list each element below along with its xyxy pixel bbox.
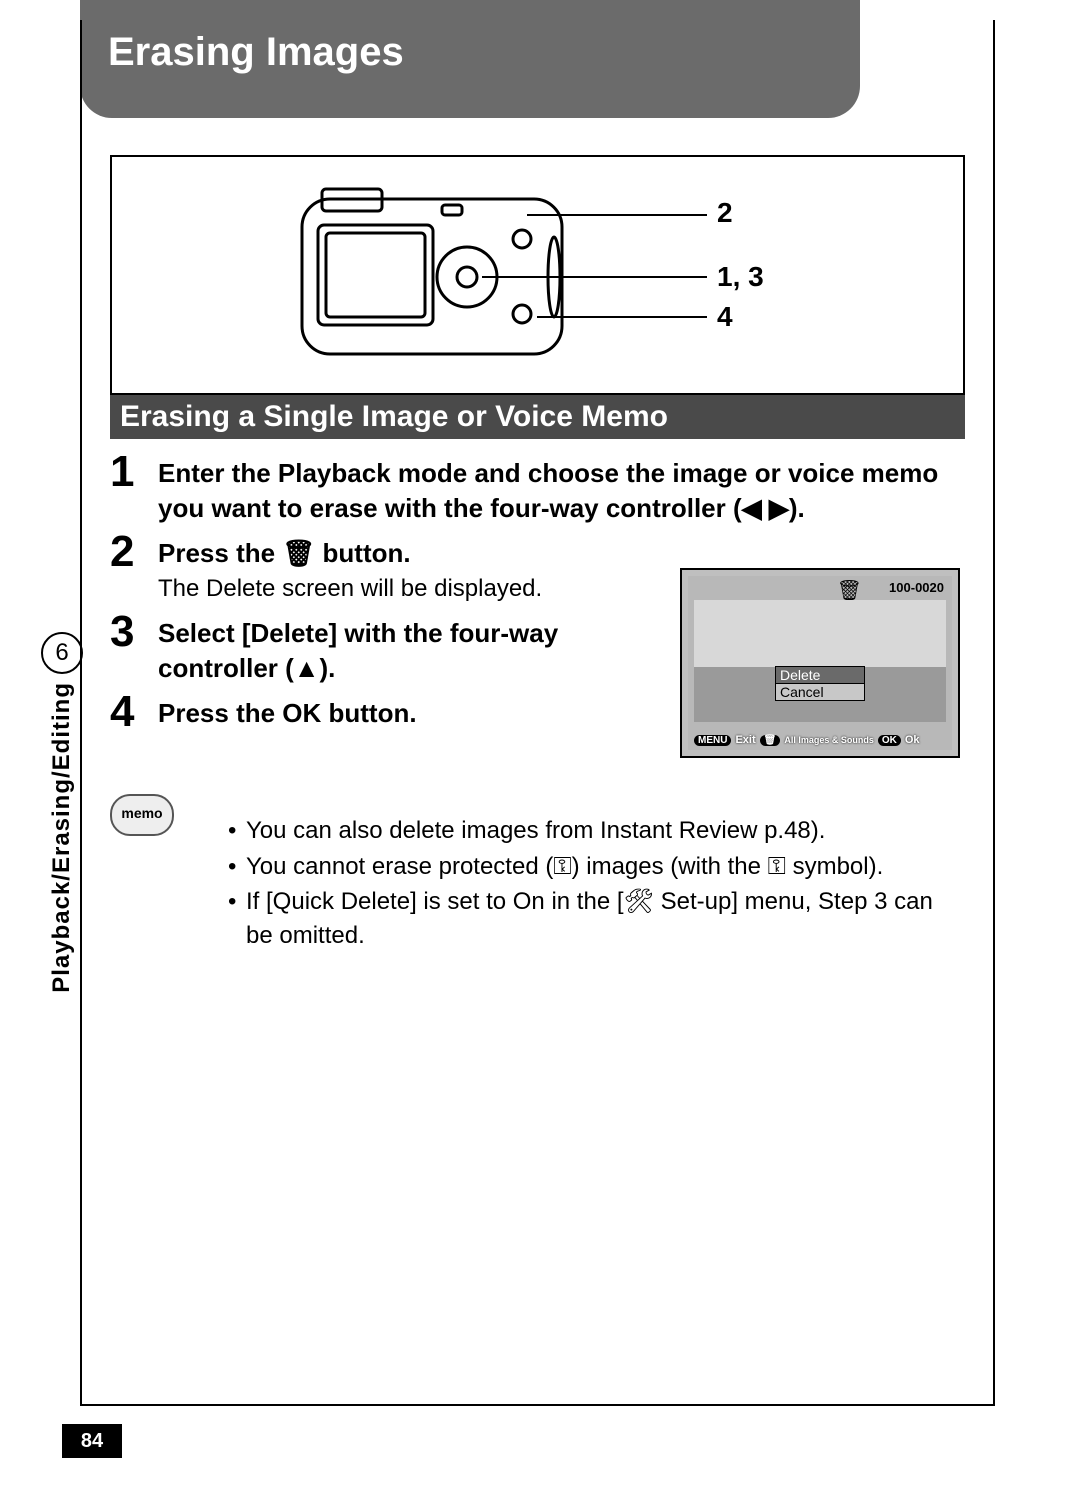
trash-pill-icon: 🗑 [760,735,781,746]
callout-line [537,316,707,318]
memo-item: You can also delete images from Instant … [228,814,965,848]
menu-action: Exit [735,734,755,746]
camera-illustration [282,169,582,379]
lcd-inner: 🗑 100-0020 ♪ ▣ Delete Cancel MENU Exit 🗑… [688,576,952,750]
camera-diagram: 2 1, 3 4 [110,155,965,395]
callout-line [527,214,707,216]
step-instruction: Press the 🗑 button. [158,536,628,571]
ok-action: Ok [905,734,920,746]
step-instruction: Enter the Playback mode and choose the i… [158,456,965,526]
lcd-menu-delete: Delete [775,666,865,684]
lcd-delete-menu: Delete Cancel [775,666,865,700]
diagram-callout-13: 1, 3 [717,261,764,293]
memo-item: If [Quick Delete] is set to On in the [🛠… [228,885,965,952]
menu-pill: MENU [694,735,731,746]
section-heading-text: Erasing a Single Image or Voice Memo [120,400,668,433]
memo-item: You cannot erase protected (⚿) images (w… [228,850,965,884]
step-detail: The Delete screen will be displayed. [158,573,628,605]
memo-block: memo You can also delete images from Ins… [110,790,965,978]
trash-action: All Images & Sounds [784,735,874,745]
step-number: 2 [110,530,158,574]
step-number: 4 [110,690,158,734]
callout-line [482,276,707,278]
memo-list: You can also delete images from Instant … [188,814,965,954]
lcd-menu-cancel: Cancel [775,683,865,701]
section-heading: Erasing a Single Image or Voice Memo [110,395,965,439]
ok-pill: OK [878,735,901,746]
lcd-photo-preview [694,600,946,722]
lcd-file-number: 100-0020 [889,580,944,595]
camera-lcd-screenshot: 🗑 100-0020 ♪ ▣ Delete Cancel MENU Exit 🗑… [680,568,960,758]
chapter-number: 6 [41,632,83,674]
step-number: 3 [110,610,158,654]
lcd-bottom-bar: MENU Exit 🗑 All Images & Sounds OK Ok [694,734,946,746]
page-number: 84 [62,1424,122,1458]
step-number: 1 [110,450,158,494]
step-1: 1 Enter the Playback mode and choose the… [110,450,965,526]
step-instruction: Select [Delete] with the four-way contro… [158,616,628,686]
diagram-callout-4: 4 [717,301,733,333]
step-instruction: Press the OK button. [158,696,628,731]
chapter-label: Playback/Erasing/Editing [48,682,76,993]
diagram-callout-2: 2 [717,197,733,229]
memo-icon: memo [110,794,174,836]
chapter-side-tab: 6 Playback/Erasing/Editing [40,632,84,1012]
